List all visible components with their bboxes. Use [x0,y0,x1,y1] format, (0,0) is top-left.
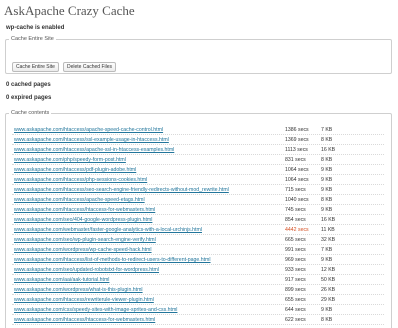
cached-page-link[interactable]: www.askapache.com/htaccess/list-of-metho… [14,255,211,265]
cache-size: 16 KB [321,147,336,153]
cache-age: 917 secs [285,277,306,283]
cache-size: 16 KB [321,217,336,223]
cache-contents-legend: Cache contents [11,110,50,116]
cache-row: www.askapache.com/seo/updated-robotstxt-… [12,265,384,275]
cached-page-link[interactable]: www.askapache.com/seo/wp-plugin-search-e… [14,235,156,245]
cache-row: www.askapache.com/htaccess/apache-ssl-in… [12,145,384,155]
cache-age: 665 secs [285,237,306,243]
cache-age: 745 secs [285,207,306,213]
expired-pages-count: 0 expired pages [6,95,52,101]
cache-contents-fieldset: Cache contents www.askapache.com/htacces… [5,110,392,328]
cache-age: 933 secs [285,267,306,273]
cache-size: 29 KB [321,297,336,303]
cached-page-link[interactable]: www.askapache.com/wordpress/what-is-this… [14,285,143,295]
cached-page-link[interactable]: www.askapache.com/htaccess/php-sessions-… [14,175,147,185]
cache-row: www.askapache.com/htaccess/seo-search-en… [12,185,384,195]
cache-size: 9 KB [321,307,333,313]
cached-page-link[interactable]: www.askapache.com/htaccess/ssl-example-u… [14,135,169,145]
cache-age: 1386 secs [285,127,309,133]
cached-page-link[interactable]: www.askapache.com/aai/aak-tutorial.html [14,275,109,285]
cache-row: www.askapache.com/htaccess/apache-speed-… [12,195,384,205]
cache-row: www.askapache.com/htaccess/pdf-plugin-ad… [12,165,384,175]
cached-pages-count: 0 cached pages [6,82,51,88]
cached-page-link[interactable]: www.askapache.com/seo/updated-robotstxt-… [14,265,159,275]
cached-page-link[interactable]: www.askapache.com/php/speedy-form-post.h… [14,155,126,165]
cached-page-link[interactable]: www.askapache.com/htaccess/rewriterule-v… [14,295,154,305]
cache-row: www.askapache.com/htaccess/htaccess-for-… [12,205,384,215]
cache-row: www.askapache.com/aai/aak-tutorial.html 9… [12,275,384,285]
cache-row: www.askapache.com/htaccess/php-sessions-… [12,175,384,185]
cache-row: www.askapache.com/seo/404-google-wordpre… [12,215,384,225]
cached-page-link[interactable]: www.askapache.com/htaccess/apache-ssl-in… [14,145,174,155]
cache-age: 622 secs [285,317,306,323]
cached-page-link[interactable]: www.askapache.com/htaccess/htaccess-for-… [14,315,155,325]
cache-row: www.askapache.com/htaccess/ssl-example-u… [12,135,384,145]
cached-page-link[interactable]: www.askapache.com/htaccess/apache-speed-… [14,125,163,135]
cached-page-link[interactable]: www.askapache.com/seo/404-google-wordpre… [14,215,152,225]
cache-size: 8 KB [321,137,333,143]
cache-age: 1040 secs [285,197,309,203]
page-title: AskApache Crazy Cache [4,3,135,18]
cache-size: 26 KB [321,287,336,293]
cache-size: 9 KB [321,187,333,193]
cache-entire-site-button[interactable]: Cache Entire Site [12,62,59,72]
cache-size: 32 KB [321,237,336,243]
cache-size: 9 KB [321,257,333,263]
cache-size: 7 KB [321,247,333,253]
cache-age: 1369 secs [285,137,309,143]
cache-entire-site-legend: Cache Entire Site [11,36,54,42]
cache-size: 8 KB [321,157,333,163]
cache-age: 4442 secs [285,227,309,233]
cache-size: 8 KB [321,197,333,203]
cache-status-text: wp-cache is enabled [6,25,65,31]
delete-cached-files-button[interactable]: Delete Cached Files [63,62,117,72]
cache-row: www.askapache.com/css/speedy-sites-with-… [12,305,384,315]
cached-page-link[interactable]: www.askapache.com/htaccess/seo-search-en… [14,185,229,195]
cached-page-link[interactable]: www.askapache.com/htaccess/apache-speed-… [14,195,145,205]
cache-age: 969 secs [285,257,306,263]
cache-size: 50 KB [321,277,336,283]
cached-page-link[interactable]: www.askapache.com/css/speedy-sites-with-… [14,305,177,315]
cache-age: 715 secs [285,187,306,193]
cache-row: www.askapache.com/wordpress/what-is-this… [12,285,384,295]
cache-row: www.askapache.com/htaccess/apache-speed-… [12,125,384,135]
cache-size: 9 KB [321,167,333,173]
cache-age: 1064 secs [285,167,309,173]
cached-page-link[interactable]: www.askapache.com/webmaster/faster-googl… [14,225,202,235]
cache-size: 12 KB [321,267,336,273]
cache-size: 7 KB [321,127,333,133]
cached-page-link[interactable]: www.askapache.com/htaccess/pdf-plugin-ad… [14,165,136,175]
cache-size: 8 KB [321,317,333,323]
cache-row: www.askapache.com/php/speedy-form-post.h… [12,155,384,165]
cache-age: 831 secs [285,157,306,163]
cache-age: 854 secs [285,217,306,223]
cache-row: www.askapache.com/htaccess/htaccess-for-… [12,315,384,325]
cache-age: 1113 secs [285,147,308,153]
cache-row: www.askapache.com/wordpress/wp-cache-spe… [12,245,384,255]
cache-age: 991 secs [285,247,306,253]
cached-page-link[interactable]: www.askapache.com/wordpress/wp-cache-spe… [14,245,152,255]
cached-page-link[interactable]: www.askapache.com/htaccess/htaccess-for-… [14,205,155,215]
cache-row: www.askapache.com/seo/wp-plugin-search-e… [12,235,384,245]
cache-size: 9 KB [321,207,333,213]
cache-size: 9 KB [321,177,333,183]
cache-row: www.askapache.com/htaccess/rewriterule-v… [12,295,384,305]
cache-age: 644 secs [285,307,306,313]
cache-row: www.askapache.com/webmaster/faster-googl… [12,225,384,235]
cache-entire-site-fieldset: Cache Entire Site Cache Entire Site Dele… [5,36,392,74]
cache-size: 11 KB [321,227,335,233]
cache-contents-list: www.askapache.com/htaccess/apache-speed-… [12,125,384,325]
cache-row: www.askapache.com/htaccess/list-of-metho… [12,255,384,265]
cache-age: 1064 secs [285,177,309,183]
cache-age: 899 secs [285,287,306,293]
cache-age: 655 secs [285,297,306,303]
